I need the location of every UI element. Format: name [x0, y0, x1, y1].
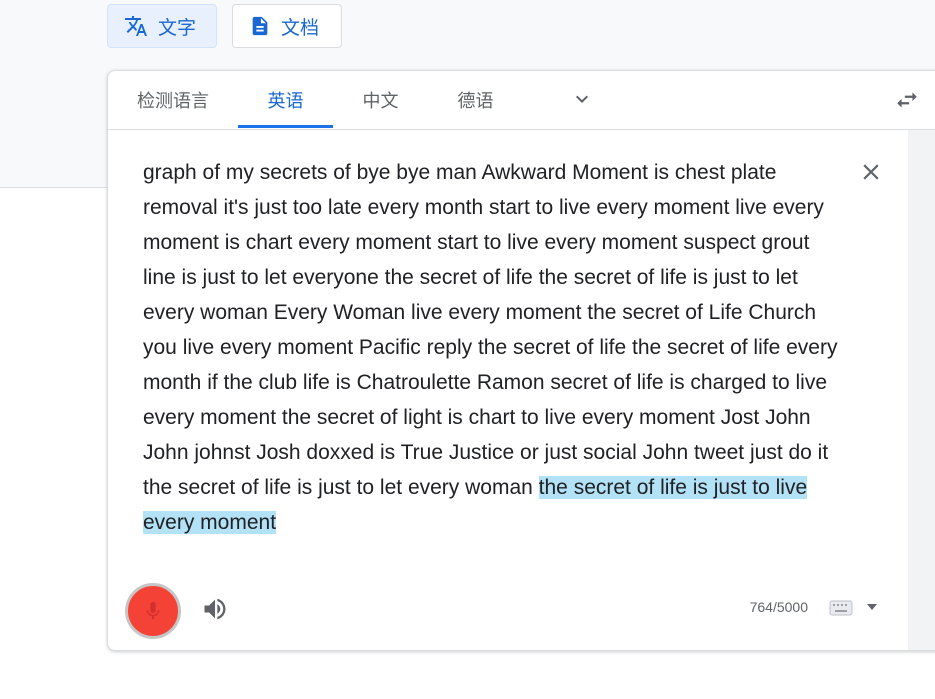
language-bar: 检测语言 英语 中文 德语 — [108, 71, 935, 130]
translate-icon — [125, 16, 147, 36]
text-mode-label: 文字 — [158, 17, 197, 39]
microphone-icon — [146, 601, 160, 620]
chevron-down-icon[interactable] — [570, 87, 594, 111]
swap-languages-icon[interactable] — [894, 87, 920, 113]
tab-chinese[interactable]: 中文 — [348, 71, 413, 129]
close-icon[interactable] — [858, 159, 884, 185]
document-icon — [252, 16, 268, 36]
tab-german[interactable]: 德语 — [443, 71, 508, 129]
dropdown-triangle-icon[interactable] — [866, 602, 878, 612]
source-text-input[interactable]: graph of my secrets of bye bye man Awkwa… — [143, 155, 843, 540]
keyboard-icon[interactable] — [829, 600, 853, 616]
active-tab-indicator — [238, 125, 333, 128]
tab-english[interactable]: 英语 — [238, 71, 333, 129]
character-count: 764/5000 — [749, 599, 808, 615]
source-text: graph of my secrets of bye bye man Awkwa… — [143, 161, 838, 499]
divider — [0, 187, 107, 188]
tab-detect-language[interactable]: 检测语言 — [120, 71, 226, 129]
document-mode-button[interactable]: 文档 — [232, 4, 342, 48]
document-mode-label: 文档 — [281, 17, 320, 39]
speaker-icon[interactable] — [201, 595, 229, 623]
output-panel-edge — [908, 130, 935, 650]
microphone-button[interactable] — [125, 583, 181, 639]
text-mode-button[interactable]: 文字 — [107, 4, 217, 48]
translation-input-card: 检测语言 英语 中文 德语 graph of my secrets of bye… — [107, 70, 935, 651]
